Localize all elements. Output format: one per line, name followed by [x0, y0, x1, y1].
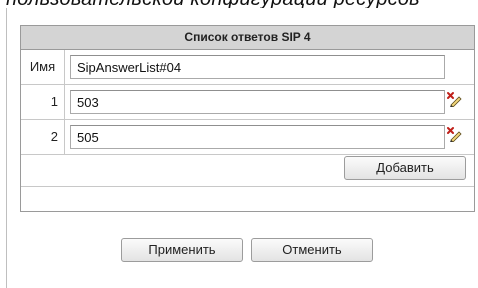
- panel-title: Список ответов SIP 4: [21, 26, 474, 50]
- row-index: 2: [21, 120, 65, 154]
- name-row: Имя: [21, 50, 474, 85]
- row-index: 1: [21, 85, 65, 119]
- answer-code-input[interactable]: [70, 90, 445, 114]
- page-heading-fragment: пользовательской конфигурации ресурсов: [6, 0, 478, 8]
- delete-edit-icon[interactable]: [446, 126, 462, 142]
- frame-border: [6, 8, 7, 288]
- add-row: Добавить: [21, 150, 474, 187]
- name-label: Имя: [21, 50, 65, 84]
- cancel-button[interactable]: Отменить: [251, 238, 373, 262]
- answer-row: 1: [21, 85, 474, 120]
- apply-button[interactable]: Применить: [121, 238, 243, 262]
- answer-code-input[interactable]: [70, 125, 445, 149]
- delete-edit-icon[interactable]: [446, 91, 462, 107]
- name-input[interactable]: [70, 55, 445, 79]
- add-button[interactable]: Добавить: [344, 156, 466, 180]
- sip-answer-list-panel: Список ответов SIP 4 Имя 1 2 Добавить: [20, 25, 475, 212]
